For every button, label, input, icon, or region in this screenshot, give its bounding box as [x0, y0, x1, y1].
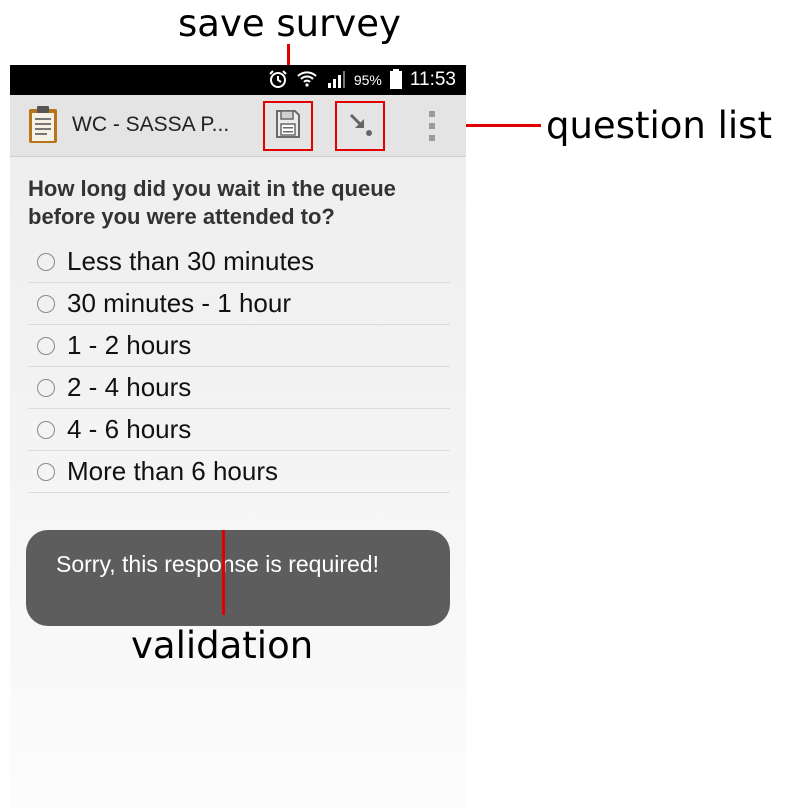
wifi-icon — [296, 68, 318, 93]
option-row[interactable]: Less than 30 minutes — [28, 241, 450, 283]
radio-icon[interactable] — [37, 252, 55, 271]
radio-icon[interactable] — [37, 420, 55, 439]
question-list-button[interactable] — [335, 101, 385, 151]
battery-percent: 95% — [353, 72, 382, 88]
signal-icon — [326, 69, 346, 92]
option-row[interactable]: 2 - 4 hours — [28, 367, 450, 409]
option-label: 2 - 4 hours — [67, 372, 192, 402]
jump-arrow-icon — [347, 111, 373, 141]
question-text: How long did you wait in the queue befor… — [28, 176, 396, 229]
save-survey-button[interactable] — [263, 101, 313, 151]
option-row[interactable]: 30 minutes - 1 hour — [28, 283, 450, 325]
survey-title: WC - SASSA P... — [72, 113, 230, 136]
option-row[interactable]: 1 - 2 hours — [28, 325, 450, 367]
validation-toast: Sorry, this response is required! — [26, 530, 450, 626]
option-label: Less than 30 minutes — [67, 246, 315, 276]
alarm-icon — [268, 69, 288, 92]
option-row[interactable]: More than 6 hours — [28, 451, 450, 493]
option-label: More than 6 hours — [67, 456, 279, 486]
action-bar: WC - SASSA P... — [10, 95, 466, 157]
radio-icon[interactable] — [37, 378, 55, 397]
clock: 11:53 — [409, 69, 456, 90]
option-label: 1 - 2 hours — [67, 330, 192, 360]
radio-icon[interactable] — [37, 294, 55, 313]
option-row[interactable]: 4 - 6 hours — [28, 409, 450, 451]
phone-screen: 95% 11:53 WC - SASSA P... How long did y… — [10, 65, 466, 809]
radio-icon[interactable] — [37, 336, 55, 355]
validation-annotation: validation — [131, 624, 314, 667]
question-list-annotation: question list — [546, 104, 772, 147]
validation-annotation-line — [222, 530, 225, 615]
status-bar: 95% 11:53 — [10, 65, 466, 95]
options-list: Less than 30 minutes 30 minutes - 1 hour… — [28, 241, 450, 493]
clipboard-icon[interactable] — [28, 106, 58, 144]
vertical-dots-icon[interactable] — [422, 109, 442, 145]
battery-icon — [389, 68, 402, 92]
floppy-disk-icon — [275, 109, 301, 143]
option-label: 30 minutes - 1 hour — [67, 288, 292, 318]
radio-icon[interactable] — [37, 462, 55, 481]
save-survey-annotation: save survey — [178, 2, 401, 45]
option-label: 4 - 6 hours — [67, 414, 192, 444]
